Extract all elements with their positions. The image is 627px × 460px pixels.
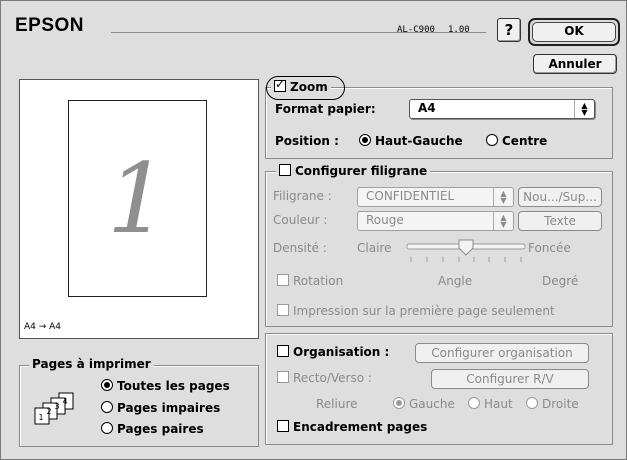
radio-label: Gauche (409, 397, 455, 411)
rotation-label: Rotation (293, 274, 344, 288)
configure-duplex-button[interactable]: Configurer R/V (431, 369, 589, 389)
radio-icon (468, 397, 480, 409)
radio-label: Pages paires (117, 422, 204, 436)
density-label: Densité : (273, 241, 327, 255)
checkbox-icon (277, 371, 289, 383)
watermark-label: Configurer filigrane (295, 164, 428, 178)
radio-all-pages[interactable]: Toutes les pages (101, 379, 230, 393)
first-page-only-checkbox[interactable]: Impression sur la première page seulemen… (277, 304, 555, 318)
radio-center[interactable]: Centre (486, 134, 547, 148)
ok-button[interactable]: OK (528, 18, 620, 46)
density-slider[interactable] (405, 237, 529, 265)
radio-icon (359, 134, 371, 146)
updown-arrows-icon: ▲ ▼ (574, 100, 594, 118)
pages-group-title: Pages à imprimer (29, 357, 154, 371)
radio-even-pages[interactable]: Pages paires (101, 422, 204, 436)
printer-model: AL-C900 (397, 25, 435, 35)
text-button[interactable]: Texte (518, 211, 602, 231)
color-value: Rouge (366, 213, 404, 227)
page-frame-checkbox[interactable]: Encadrement pages (277, 420, 427, 434)
degree-label: Degré (542, 274, 579, 288)
preview-caption: A4 → A4 (24, 322, 62, 332)
radio-label: Droite (542, 397, 579, 411)
organisation-checkbox[interactable]: Organisation : (277, 345, 389, 359)
watermark-checkbox[interactable]: Configurer filigrane (276, 164, 431, 178)
ok-button-label: OK (532, 22, 616, 42)
paper-format-label: Format papier: (275, 102, 376, 116)
checkbox-icon (277, 304, 289, 316)
checkbox-icon (277, 420, 289, 432)
preview-page-number: 1 (106, 143, 169, 255)
radio-binding-top[interactable]: Haut (468, 397, 513, 411)
paper-format-value: A4 (418, 101, 436, 115)
radio-icon (526, 397, 538, 409)
checkbox-icon (279, 164, 291, 176)
radio-binding-right[interactable]: Droite (526, 397, 579, 411)
radio-label: Toutes les pages (117, 379, 230, 393)
radio-label: Haut-Gauche (375, 134, 463, 148)
brand-logo: EPSON (15, 15, 85, 36)
organisation-label: Organisation : (293, 345, 390, 359)
configure-layout-button[interactable]: Configurer organisation (415, 343, 589, 363)
angle-label: Angle (438, 274, 473, 288)
rotation-checkbox[interactable]: Rotation (277, 274, 343, 288)
radio-binding-left[interactable]: Gauche (393, 397, 455, 411)
svg-text:3: 3 (54, 402, 59, 411)
radio-icon (393, 397, 405, 409)
radio-icon (101, 422, 113, 434)
filigrane-label: Filigrane : (273, 189, 332, 203)
cancel-button[interactable]: Annuler (533, 54, 617, 74)
updown-arrows-icon: ▲ ▼ (493, 212, 513, 230)
preview-paper: 1 (68, 100, 207, 297)
radio-icon (486, 134, 498, 146)
density-high-label: Foncée (528, 241, 571, 255)
checkbox-icon (277, 274, 289, 286)
driver-version: 1.00 (448, 25, 470, 35)
density-low-label: Claire (357, 241, 392, 255)
zoom-checkbox[interactable]: ✓ Zoom (271, 77, 331, 94)
binding-label: Reliure (316, 397, 358, 411)
position-label: Position : (275, 134, 339, 148)
pages-stack-icon: 4 3 2 1 (34, 392, 74, 425)
svg-text:4: 4 (62, 397, 67, 406)
svg-text:1: 1 (38, 413, 43, 422)
filigrane-select[interactable]: CONFIDENTIEL ▲ ▼ (357, 187, 514, 207)
page-preview: 1 A4 → A4 (19, 79, 259, 339)
radio-label: Centre (502, 134, 548, 148)
color-label: Couleur : (273, 213, 328, 227)
radio-icon (101, 401, 113, 413)
duplex-label: Recto/Verso : (293, 371, 372, 385)
checkbox-icon (277, 345, 289, 357)
page-frame-label: Encadrement pages (293, 420, 428, 434)
radio-top-left[interactable]: Haut-Gauche (359, 134, 463, 148)
radio-label: Haut (484, 397, 513, 411)
updown-arrows-icon: ▲ ▼ (493, 188, 513, 206)
help-button[interactable]: ? (497, 18, 521, 42)
color-select[interactable]: Rouge ▲ ▼ (357, 211, 514, 231)
paper-format-select[interactable]: A4 ▲ ▼ (409, 99, 595, 119)
duplex-checkbox[interactable]: Recto/Verso : (277, 371, 372, 385)
radio-odd-pages[interactable]: Pages impaires (101, 401, 220, 415)
radio-icon (101, 379, 113, 391)
print-options-window: EPSON AL-C900 1.00 ? OK Annuler 1 A4 → A… (0, 0, 627, 460)
filigrane-value: CONFIDENTIEL (366, 189, 455, 203)
checkbox-icon: ✓ (274, 77, 286, 92)
zoom-label: Zoom (290, 80, 328, 94)
first-page-only-label: Impression sur la première page seulemen… (293, 304, 555, 318)
svg-text:2: 2 (46, 407, 51, 416)
new-delete-button[interactable]: Nou.../Sup... (518, 187, 602, 207)
radio-label: Pages impaires (117, 401, 221, 415)
